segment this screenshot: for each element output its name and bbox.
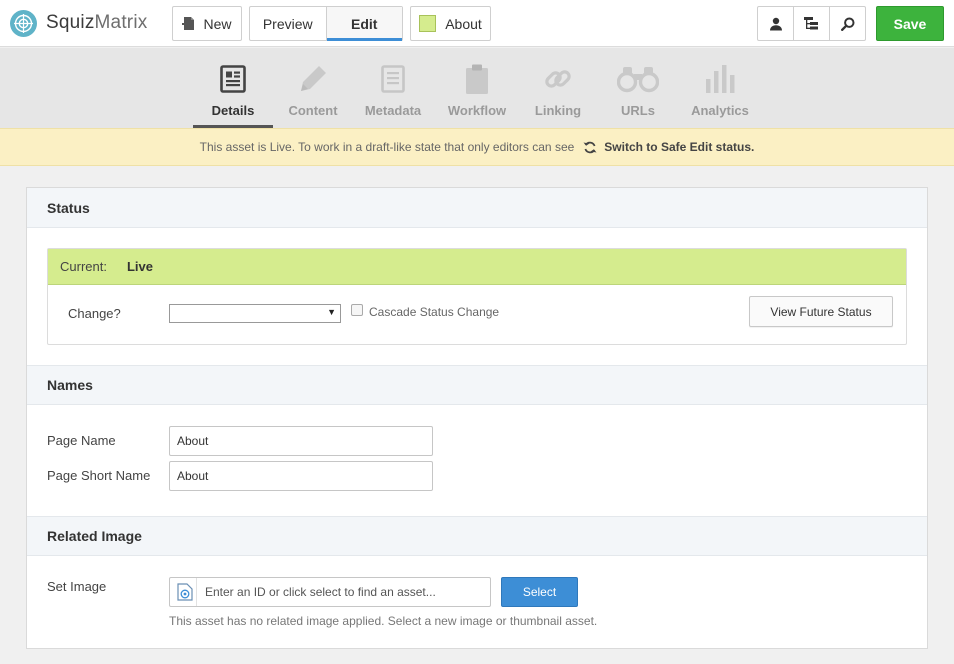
set-image-label: Set Image (47, 579, 107, 594)
tab-workflow[interactable]: Workflow (442, 48, 512, 128)
tab-workflow-label: Workflow (447, 103, 507, 118)
details-icon (220, 64, 246, 94)
utility-buttons (757, 6, 866, 41)
page-short-name-label: Page Short Name (47, 468, 151, 483)
tab-content-label: Content (288, 103, 338, 118)
page-short-name-input[interactable] (169, 461, 433, 491)
safe-edit-link-label: Switch to Safe Edit status. (604, 140, 755, 154)
live-status-notice: This asset is Live. To work in a draft-l… (0, 128, 954, 166)
tab-content[interactable]: Content (282, 48, 344, 128)
asset-finder-icon[interactable] (173, 578, 197, 606)
app-name-bold: Squiz (46, 12, 95, 33)
tab-details[interactable]: Details (193, 48, 273, 128)
binoculars-icon (617, 64, 659, 94)
view-future-status-label: View Future Status (770, 304, 872, 319)
app-logo[interactable]: SquizMatrix (10, 9, 147, 37)
change-status-select[interactable] (169, 304, 341, 323)
notice-text: This asset is Live. To work in a draft-l… (199, 140, 575, 154)
current-status-bar: Current: Live (48, 249, 906, 285)
tab-analytics-label: Analytics (691, 103, 749, 118)
user-icon (769, 17, 782, 30)
link-icon (543, 64, 573, 94)
safe-edit-link[interactable]: Switch to Safe Edit status. (583, 140, 754, 154)
app-name: SquizMatrix (46, 12, 147, 34)
names-section-title: Names (47, 377, 93, 393)
names-section-header: Names (27, 365, 927, 405)
user-button[interactable] (758, 7, 793, 40)
asset-id-input[interactable]: Enter an ID or click select to find an a… (169, 577, 491, 607)
squiz-logo-icon (10, 9, 37, 37)
asset-tree-button[interactable] (793, 7, 829, 40)
status-box: Current: Live Change? Cascade Status Cha… (47, 248, 907, 345)
tab-linking[interactable]: Linking (532, 48, 584, 128)
current-status-label: Current: (60, 259, 107, 274)
tab-analytics[interactable]: Analytics (688, 48, 752, 128)
document-icon (381, 64, 405, 94)
save-button[interactable]: Save (876, 6, 944, 41)
view-mode-switch: Preview Edit (249, 6, 403, 41)
new-button[interactable]: New (172, 6, 242, 41)
new-asset-icon (182, 17, 195, 30)
select-asset-button-label: Select (522, 585, 557, 599)
select-asset-button[interactable]: Select (501, 577, 578, 607)
tab-metadata[interactable]: Metadata (360, 48, 426, 128)
current-status-value: Live (126, 259, 153, 274)
refresh-icon (583, 141, 597, 153)
save-button-label: Save (893, 15, 927, 32)
tab-details-label: Details (211, 103, 255, 118)
cascade-status-checkbox[interactable] (351, 304, 363, 316)
related-image-section-title: Related Image (47, 528, 142, 544)
tree-icon (804, 16, 818, 29)
tab-urls-label: URLs (621, 103, 655, 118)
view-future-status-button[interactable]: View Future Status (749, 296, 893, 327)
preview-tab-label: Preview (262, 15, 313, 32)
asset-status-swatch (419, 15, 437, 32)
asset-button[interactable]: About (410, 6, 491, 41)
edit-tab[interactable]: Edit (325, 7, 402, 41)
tab-metadata-label: Metadata (364, 103, 422, 118)
cascade-status-label: Cascade Status Change (369, 305, 500, 319)
bar-chart-icon (705, 64, 735, 94)
asset-button-label: About (445, 15, 482, 32)
top-toolbar: SquizMatrix New Preview Edit About Save (0, 0, 954, 47)
status-section-header: Status (27, 188, 927, 228)
preview-tab[interactable]: Preview (250, 7, 326, 40)
asset-id-placeholder: Enter an ID or click select to find an a… (205, 585, 436, 599)
search-button[interactable] (829, 7, 865, 40)
pencil-icon (298, 64, 328, 94)
tab-linking-label: Linking (534, 103, 582, 118)
status-section-title: Status (47, 199, 90, 216)
tab-urls[interactable]: URLs (614, 48, 662, 128)
search-icon (840, 17, 854, 31)
details-panel: Status Current: Live Change? Cascade Sta… (26, 187, 928, 649)
page-name-input[interactable] (169, 426, 433, 456)
new-button-label: New (203, 15, 232, 32)
asset-screen-tabs: Details Content Metadata Workflow Linkin… (0, 48, 954, 128)
clipboard-icon (465, 64, 489, 94)
app-name-thin: Matrix (94, 12, 148, 33)
edit-tab-label: Edit (351, 15, 378, 32)
change-status-label: Change? (68, 306, 121, 321)
related-image-section-header: Related Image (27, 516, 927, 556)
cascade-status-option[interactable]: Cascade Status Change (351, 304, 500, 319)
page-name-label: Page Name (47, 433, 116, 448)
related-image-help-text: This asset has no related image applied.… (169, 614, 598, 628)
